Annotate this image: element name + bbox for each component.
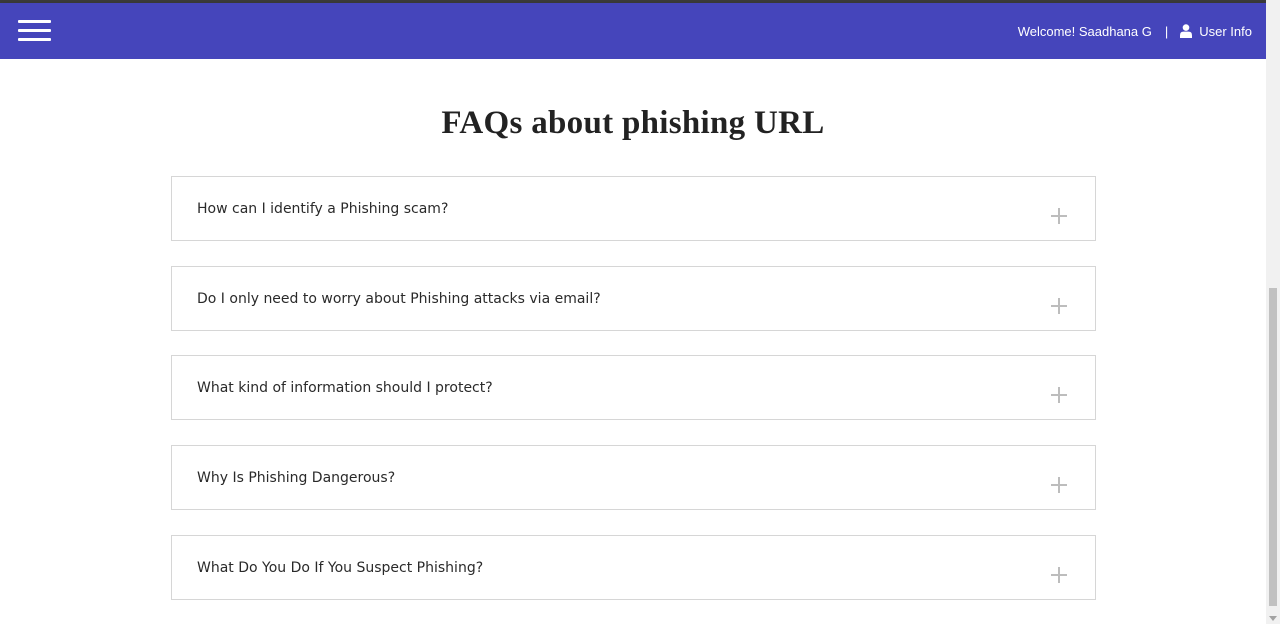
scrollbar-thumb[interactable]: [1269, 288, 1277, 606]
faq-item-phishing-dangerous[interactable]: Why Is Phishing Dangerous?: [171, 445, 1096, 510]
plus-icon[interactable]: [1051, 298, 1067, 314]
page-title: FAQs about phishing URL: [441, 105, 825, 141]
plus-icon[interactable]: [1051, 567, 1067, 583]
hamburger-line: [18, 38, 51, 41]
faq-question: What kind of information should I protec…: [197, 380, 493, 396]
user-info-link[interactable]: User Info: [1180, 24, 1252, 39]
faq-question: Do I only need to worry about Phishing a…: [197, 291, 601, 307]
user-icon: [1180, 24, 1193, 38]
user-info-label: User Info: [1199, 23, 1252, 39]
faq-item-identify-scam[interactable]: How can I identify a Phishing scam?: [171, 176, 1096, 241]
hamburger-menu-icon[interactable]: [18, 19, 51, 43]
plus-icon[interactable]: [1051, 477, 1067, 493]
navbar-user-area: Welcome! Saadhana G | User Info: [1018, 3, 1252, 59]
faq-item-email-attacks[interactable]: Do I only need to worry about Phishing a…: [171, 266, 1096, 331]
plus-icon[interactable]: [1051, 387, 1067, 403]
plus-icon[interactable]: [1051, 208, 1067, 224]
vertical-scrollbar[interactable]: [1266, 0, 1280, 624]
faq-question: What Do You Do If You Suspect Phishing?: [197, 560, 484, 576]
faq-item-suspect-phishing[interactable]: What Do You Do If You Suspect Phishing?: [171, 535, 1096, 600]
navbar-separator: |: [1164, 23, 1169, 39]
main-content: FAQs about phishing URL How can I identi…: [0, 59, 1266, 624]
welcome-text: Welcome! Saadhana G: [1017, 23, 1152, 39]
hamburger-line: [18, 20, 51, 23]
top-navbar: Welcome! Saadhana G | User Info: [0, 3, 1266, 59]
faq-question: Why Is Phishing Dangerous?: [197, 470, 396, 486]
faq-question: How can I identify a Phishing scam?: [197, 201, 449, 217]
faq-item-protect-information[interactable]: What kind of information should I protec…: [171, 355, 1096, 420]
scroll-down-arrow-icon[interactable]: [1269, 616, 1277, 621]
hamburger-line: [18, 29, 51, 32]
